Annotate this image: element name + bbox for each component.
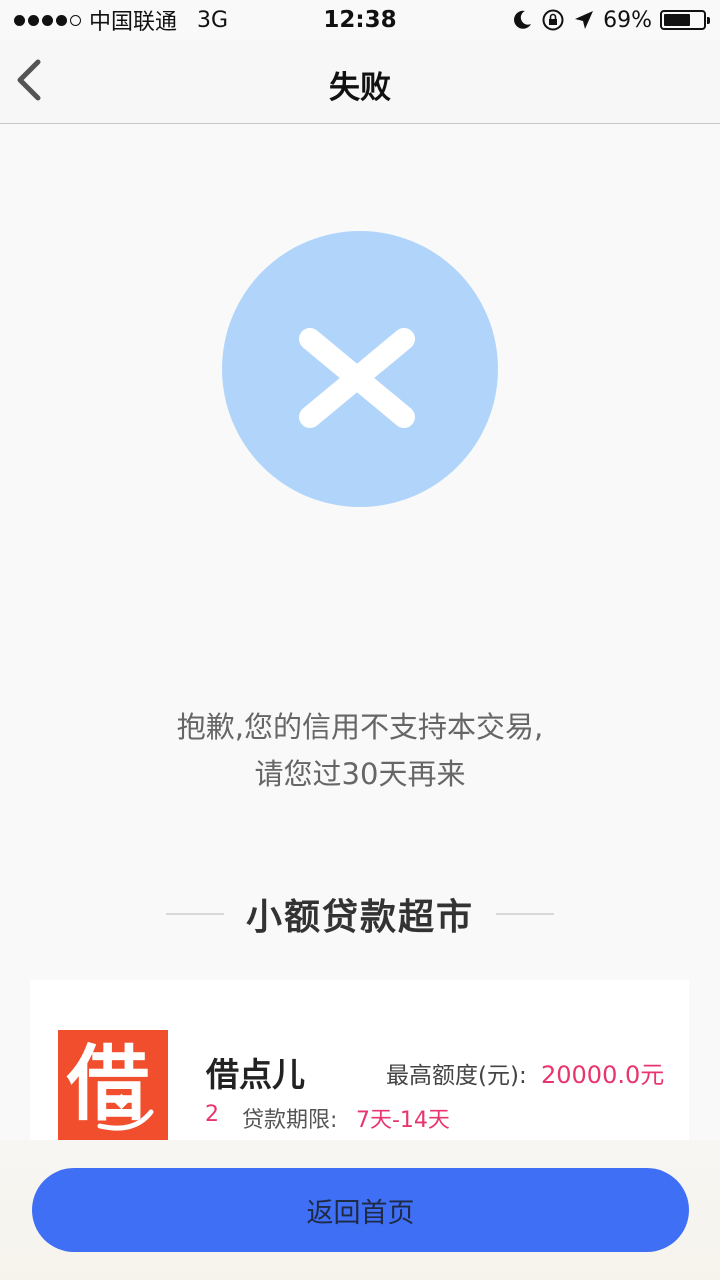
close-icon [299,328,415,428]
product-rank: 2 [205,1102,219,1127]
loan-period-value: 7天-14天 [356,1108,450,1133]
failure-message: 抱歉,您的信用不支持本交易, 请您过30天再来 [0,704,720,798]
return-home-button[interactable]: 返回首页 [32,1168,689,1252]
signal-strength-icon [14,14,81,26]
coin-swoosh-icon: 借 [66,1037,158,1136]
divider-right [496,913,554,915]
max-quota-value: 20000.0元 [541,1061,665,1089]
loan-market-title: 小额贷款超市 [245,897,474,938]
product-name: 借点儿 [206,1055,305,1094]
max-quota-label: 最高额度(元): [386,1063,527,1089]
loan-product-card[interactable]: 借 借点儿 最高额度(元): 20000.0元 2 贷款期限: 7天-14天 [30,980,689,1160]
battery-icon [660,10,710,30]
location-arrow-icon [575,11,594,29]
network-type: 3G [197,7,229,33]
failure-icon [222,231,498,507]
moon-icon [514,10,532,29]
battery-percent: 69% [603,7,652,33]
status-bar: 中国联通 3G 12:38 69% [0,0,720,40]
loan-market-heading: 小额贷款超市 [0,888,720,940]
divider-left [165,913,224,915]
status-left: 中国联通 3G [14,4,228,36]
status-right: 69% [511,7,710,33]
loan-period-label: 贷款期限: [242,1108,338,1133]
failure-message-line2: 请您过30天再来 [254,757,466,791]
navigation-bar: 失败 [0,40,720,124]
rotation-lock-icon [542,9,564,31]
product-logo: 借 [58,1030,168,1140]
failure-message-line1: 抱歉,您的信用不支持本交易, [176,710,544,744]
page-title: 失败 [329,70,391,106]
carrier-name: 中国联通 [89,10,178,35]
product-logo-char: 借 [66,1037,149,1132]
battery-fill [664,14,691,26]
